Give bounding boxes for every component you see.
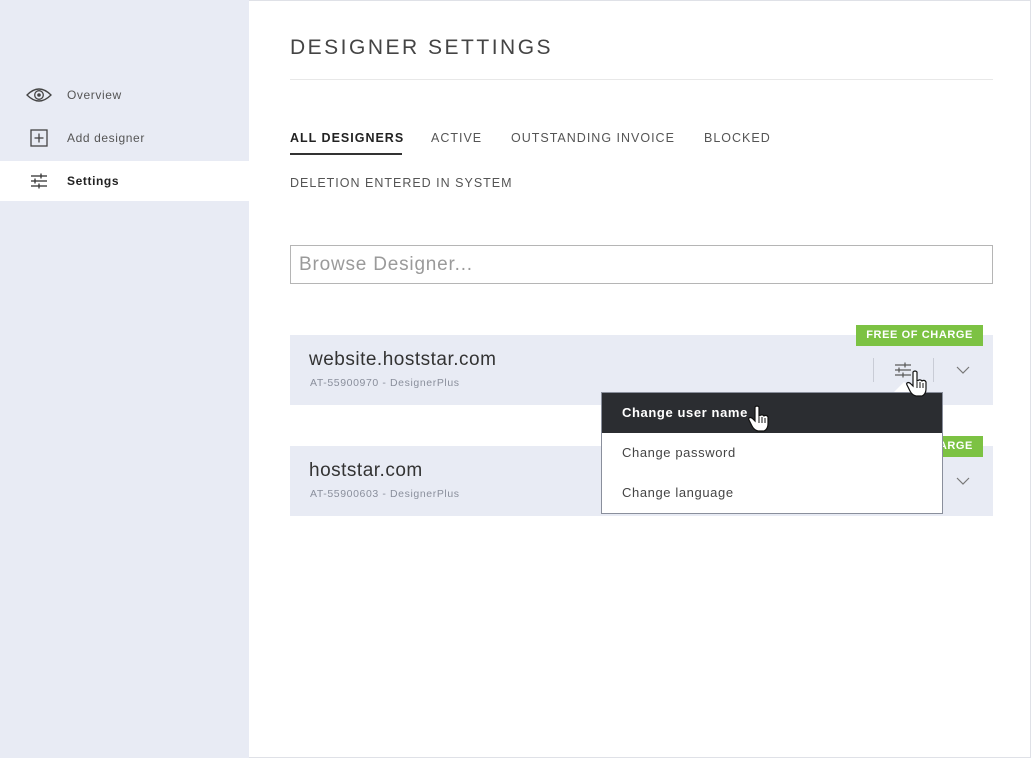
plus-square-icon [26,128,52,148]
settings-dropdown-menu: Change user name Change password Change … [601,392,943,514]
sidebar-item-label: Add designer [67,131,145,145]
tab-outstanding-invoice[interactable]: OUTSTANDING INVOICE [511,131,675,145]
divider [290,79,993,80]
designer-meta: AT-55900603 - DesignerPlus [310,488,460,500]
search-input[interactable] [290,245,993,284]
sidebar-item-settings[interactable]: Settings [0,161,249,201]
sidebar: Overview Add designer Settings [0,0,249,758]
tab-deletion-entered[interactable]: DELETION ENTERED IN SYSTEM [290,176,513,190]
menu-item-change-user-name[interactable]: Change user name [602,393,942,433]
sliders-icon [26,171,52,191]
active-tab-indicator [290,153,402,155]
hand-cursor-icon [906,370,927,397]
menu-item-change-password[interactable]: Change password [602,433,942,473]
tab-all-designers[interactable]: ALL DESIGNERS [290,131,404,145]
chevron-down-icon [956,366,970,374]
expand-button[interactable] [951,469,975,493]
sidebar-item-add-designer[interactable]: Add designer [0,118,249,158]
tab-blocked[interactable]: BLOCKED [704,131,771,145]
sidebar-item-label: Overview [67,88,122,102]
sidebar-item-label: Settings [67,174,120,188]
sidebar-item-overview[interactable]: Overview [0,75,249,115]
divider [933,358,934,382]
hand-cursor-icon [748,405,769,432]
page-title: DESIGNER SETTINGS [290,36,554,59]
divider [873,358,874,382]
tab-active[interactable]: ACTIVE [431,131,482,145]
eye-icon [26,85,52,105]
expand-button[interactable] [951,358,975,382]
designer-domain: website.hoststar.com [309,349,497,370]
designer-domain: hoststar.com [309,460,423,481]
chevron-down-icon [956,477,970,485]
status-badge: FREE OF CHARGE [856,325,983,346]
designer-meta: AT-55900970 - DesignerPlus [310,377,460,389]
menu-item-change-language[interactable]: Change language [602,473,942,513]
